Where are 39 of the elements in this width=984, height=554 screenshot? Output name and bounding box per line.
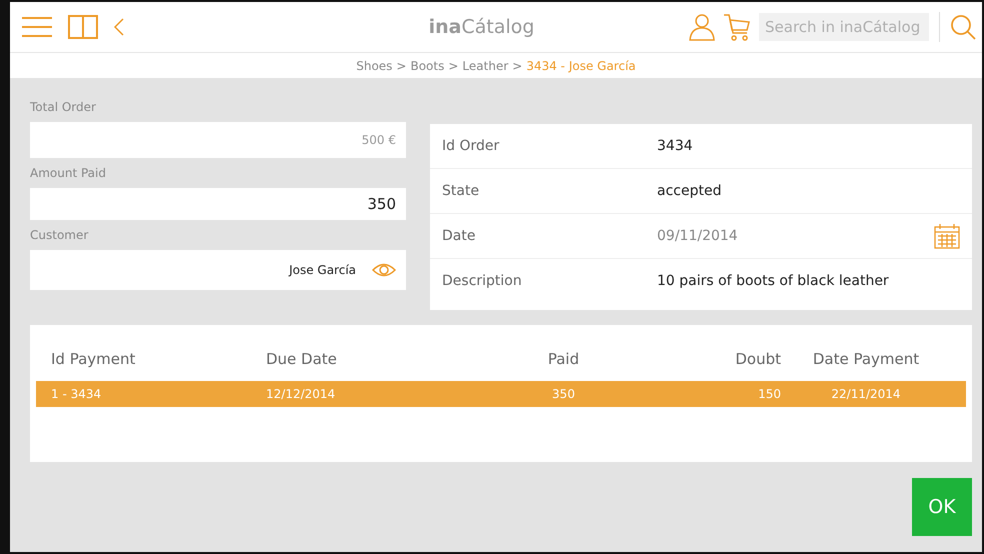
field-label: Total Order: [30, 99, 97, 116]
field-label: Amount Paid: [30, 165, 107, 182]
book-icon[interactable]: [68, 15, 98, 39]
detail-label: Date: [442, 226, 476, 246]
search-icon[interactable]: [950, 14, 976, 40]
breadcrumb-separator: >: [396, 58, 406, 74]
detail-value: 3434: [657, 136, 694, 156]
column-header: Date Payment: [812, 348, 920, 370]
total-value: 500 €: [362, 132, 396, 149]
column-header: Doubt: [734, 348, 781, 370]
breadcrumb-link[interactable]: Shoes: [356, 56, 392, 74]
breadcrumb-link[interactable]: Leather: [462, 56, 508, 74]
detail-value: 09/11/2014: [657, 226, 739, 246]
calendar-icon[interactable]: [934, 223, 960, 249]
breadcrumb-current: 3434 - Jose García: [526, 58, 636, 74]
breadcrumb-separator: >: [512, 58, 522, 74]
eye-icon[interactable]: [372, 262, 396, 278]
user-icon[interactable]: [689, 13, 715, 41]
field-label: Customer: [30, 227, 90, 244]
breadcrumb-link[interactable]: Boots: [410, 56, 444, 74]
cart-icon[interactable]: [723, 13, 751, 41]
column-header: Paid: [546, 348, 580, 370]
detail-value: accepted: [657, 182, 722, 200]
detail-label: Id Order: [442, 136, 500, 156]
detail-label: Description: [442, 272, 523, 291]
detail-value: 10 pairs of boots of black leather: [657, 272, 890, 291]
customer-name: Jose García: [289, 262, 356, 279]
menu-icon[interactable]: [22, 16, 52, 38]
table-row[interactable]: 1 - 3434 12/12/2014 350 150 22/11/2014: [36, 381, 966, 407]
back-icon[interactable]: [114, 18, 124, 36]
ok-button[interactable]: OK: [912, 478, 972, 536]
app-title: inaCátalog: [428, 16, 534, 38]
detail-label: State: [442, 182, 480, 200]
column-header: Id Payment: [51, 348, 136, 370]
field-box[interactable]: Jose García: [30, 250, 406, 290]
amount-field[interactable]: 350: [30, 188, 406, 220]
breadcrumb-separator: >: [448, 58, 458, 74]
search-field[interactable]: Search in inaCátalog: [759, 13, 929, 41]
column-header: Due Date: [266, 348, 338, 370]
